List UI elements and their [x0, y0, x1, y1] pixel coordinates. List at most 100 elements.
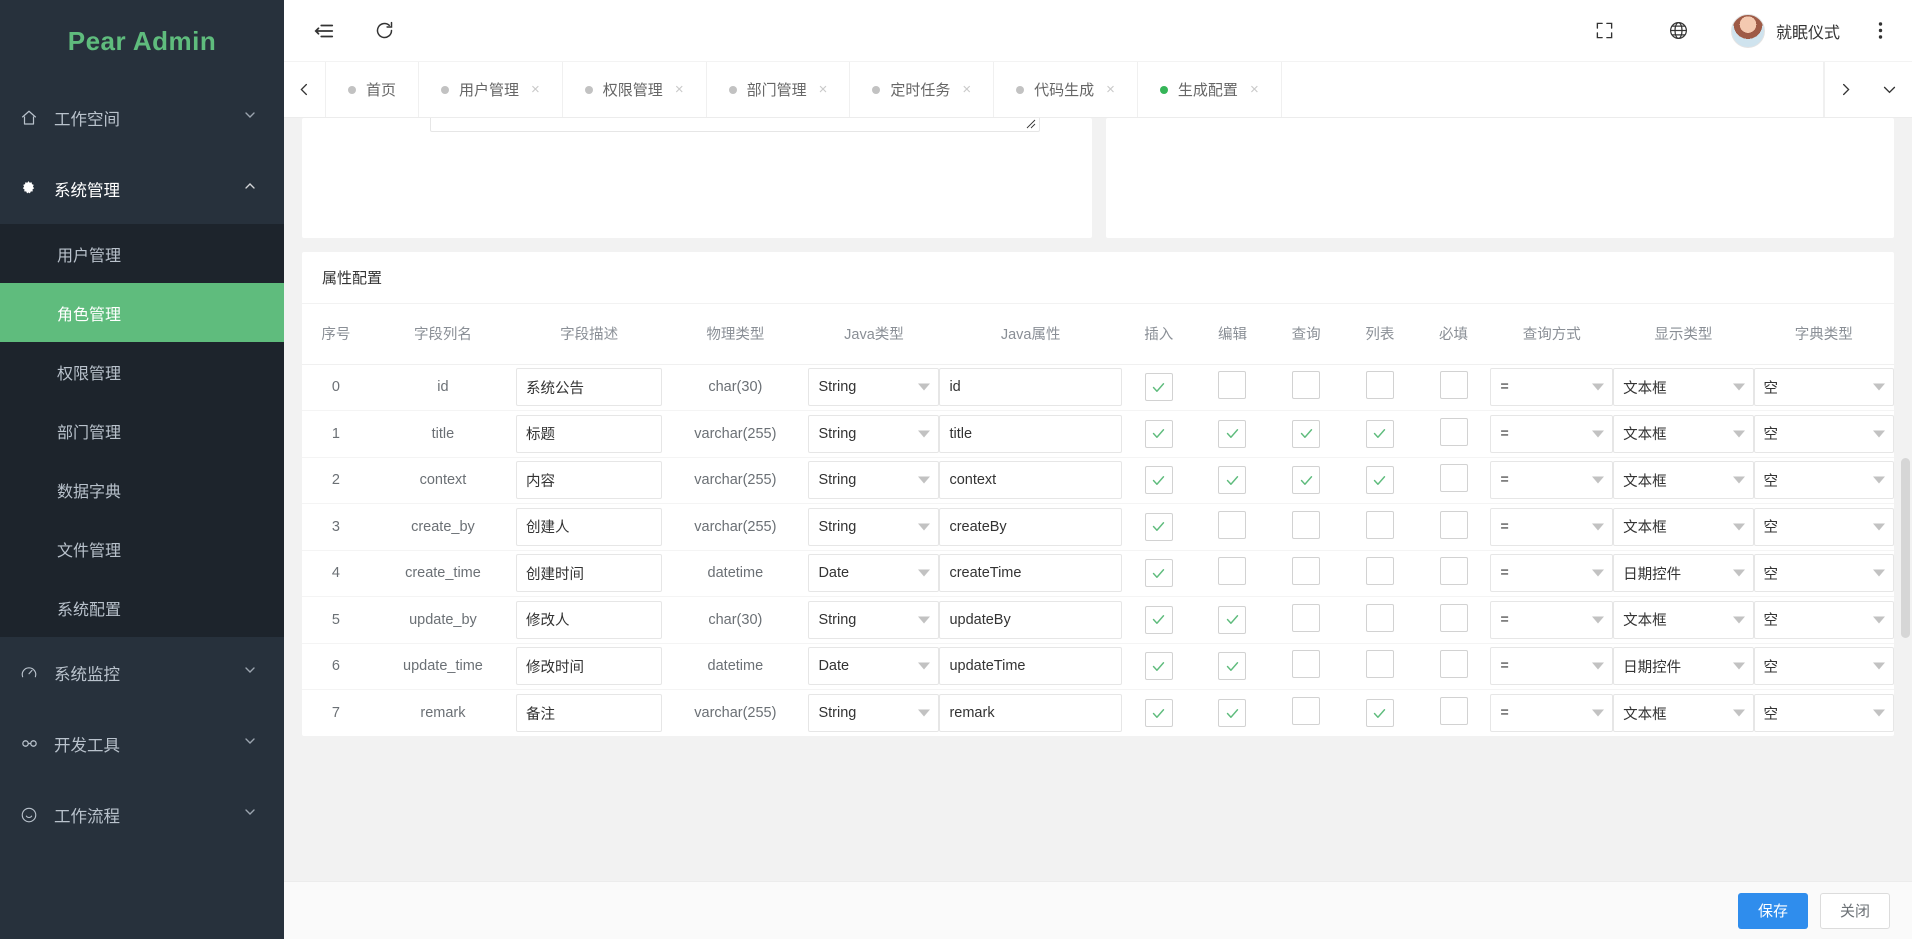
- select-dict-type[interactable]: 空: [1753, 600, 1894, 639]
- field-desc-input[interactable]: [516, 600, 663, 639]
- checkbox-query[interactable]: [1292, 510, 1321, 539]
- brand-logo[interactable]: Pear Admin: [0, 0, 284, 82]
- select-java-type[interactable]: String: [808, 368, 940, 407]
- sidebar-group-1[interactable]: 系统管理: [0, 153, 284, 224]
- java-prop-input[interactable]: [939, 554, 1122, 593]
- tab-1[interactable]: 用户管理 ×: [419, 62, 563, 117]
- checkbox-list[interactable]: [1365, 650, 1394, 679]
- checkbox-list[interactable]: [1365, 466, 1394, 495]
- checkbox-required[interactable]: [1439, 510, 1468, 539]
- select-query-mode[interactable]: =: [1490, 368, 1614, 407]
- checkbox-required[interactable]: [1439, 650, 1468, 679]
- select-java-type[interactable]: String: [808, 507, 940, 546]
- checkbox-query[interactable]: [1292, 697, 1321, 725]
- checkbox-required[interactable]: [1439, 697, 1468, 725]
- select-dict-type[interactable]: 空: [1753, 554, 1894, 593]
- select-show-type[interactable]: 文本框: [1613, 694, 1754, 732]
- java-prop-input[interactable]: [939, 507, 1122, 546]
- select-dict-type[interactable]: 空: [1753, 694, 1894, 732]
- select-dict-type[interactable]: 空: [1753, 461, 1894, 500]
- java-prop-input[interactable]: [939, 694, 1122, 732]
- field-desc-input[interactable]: [516, 414, 663, 453]
- user-menu[interactable]: 就眠仪式: [1730, 13, 1840, 48]
- checkbox-insert[interactable]: [1144, 699, 1173, 727]
- sidebar-item-1-1[interactable]: 角色管理: [0, 283, 284, 342]
- select-query-mode[interactable]: =: [1490, 694, 1614, 732]
- chevron-right-icon[interactable]: [1824, 62, 1866, 117]
- checkbox-insert[interactable]: [1144, 652, 1173, 681]
- select-dict-type[interactable]: 空: [1753, 368, 1894, 407]
- select-show-type[interactable]: 日期控件: [1613, 647, 1754, 686]
- sidebar-item-1-4[interactable]: 数据字典: [0, 460, 284, 519]
- checkbox-edit[interactable]: [1218, 419, 1247, 448]
- tab-5[interactable]: 代码生成 ×: [994, 62, 1138, 117]
- checkbox-query[interactable]: [1292, 371, 1321, 400]
- checkbox-edit[interactable]: [1218, 605, 1247, 634]
- checkbox-required[interactable]: [1439, 464, 1468, 493]
- checkbox-edit[interactable]: [1218, 510, 1247, 539]
- tab-2[interactable]: 权限管理 ×: [562, 62, 707, 117]
- content-scroll-area[interactable]: 属性配置 序号 字段列名 字段描述 物理类型 Java类型 Java属性 插入 编辑 查询 列表必…: [284, 118, 1912, 939]
- select-query-mode[interactable]: =: [1490, 647, 1614, 686]
- java-prop-input[interactable]: [939, 647, 1122, 686]
- tab-close-icon[interactable]: ×: [819, 81, 828, 98]
- select-java-type[interactable]: String: [808, 461, 940, 500]
- sidebar-item-1-2[interactable]: 权限管理: [0, 342, 284, 401]
- checkbox-required[interactable]: [1439, 603, 1468, 632]
- checkbox-insert[interactable]: [1144, 559, 1173, 588]
- checkbox-insert[interactable]: [1144, 373, 1173, 402]
- checkbox-required[interactable]: [1439, 557, 1468, 586]
- checkbox-query[interactable]: [1292, 419, 1321, 448]
- chevron-left-icon[interactable]: [284, 62, 326, 117]
- checkbox-list[interactable]: [1365, 603, 1394, 632]
- sidebar-item-1-3[interactable]: 部门管理: [0, 401, 284, 460]
- tab-4[interactable]: 定时任务 ×: [850, 62, 995, 117]
- refresh-icon[interactable]: [362, 9, 406, 53]
- java-prop-input[interactable]: [939, 414, 1122, 453]
- sidebar-item-1-0[interactable]: 用户管理: [0, 224, 284, 283]
- checkbox-edit[interactable]: [1218, 466, 1247, 495]
- select-java-type[interactable]: String: [808, 694, 940, 732]
- fullscreen-icon[interactable]: [1583, 9, 1627, 53]
- close-button[interactable]: 关闭: [1819, 892, 1890, 929]
- tab-6[interactable]: 生成配置 ×: [1137, 62, 1282, 117]
- checkbox-edit[interactable]: [1218, 557, 1247, 586]
- checkbox-required[interactable]: [1439, 417, 1468, 446]
- checkbox-insert[interactable]: [1144, 605, 1173, 634]
- checkbox-insert[interactable]: [1144, 512, 1173, 541]
- checkbox-edit[interactable]: [1218, 371, 1247, 400]
- vertical-scrollbar[interactable]: [1901, 458, 1910, 638]
- tab-0[interactable]: 首页: [326, 62, 420, 117]
- tab-close-icon[interactable]: ×: [962, 81, 971, 98]
- select-java-type[interactable]: Date: [808, 554, 940, 593]
- checkbox-edit[interactable]: [1218, 652, 1247, 681]
- select-query-mode[interactable]: =: [1490, 461, 1614, 500]
- sidebar-group-2[interactable]: 系统监控: [0, 637, 284, 708]
- remark-textarea[interactable]: [430, 118, 1040, 132]
- checkbox-list[interactable]: [1365, 510, 1394, 539]
- field-desc-input[interactable]: [516, 694, 663, 732]
- more-vertical-icon[interactable]: [1870, 9, 1890, 53]
- select-query-mode[interactable]: =: [1490, 554, 1614, 593]
- save-button[interactable]: 保存: [1737, 892, 1808, 929]
- checkbox-required[interactable]: [1439, 371, 1468, 400]
- checkbox-list[interactable]: [1365, 419, 1394, 448]
- checkbox-insert[interactable]: [1144, 466, 1173, 495]
- sidebar-group-4[interactable]: 工作流程: [0, 779, 284, 850]
- tab-close-icon[interactable]: ×: [1250, 81, 1259, 98]
- java-prop-input[interactable]: [939, 368, 1122, 407]
- tab-close-icon[interactable]: ×: [531, 81, 540, 98]
- field-desc-input[interactable]: [516, 647, 663, 686]
- select-show-type[interactable]: 文本框: [1613, 368, 1754, 407]
- tab-close-icon[interactable]: ×: [1106, 81, 1115, 98]
- select-java-type[interactable]: String: [808, 414, 940, 453]
- field-desc-input[interactable]: [516, 507, 663, 546]
- checkbox-query[interactable]: [1292, 466, 1321, 495]
- select-java-type[interactable]: Date: [808, 647, 940, 686]
- select-java-type[interactable]: String: [808, 600, 940, 639]
- java-prop-input[interactable]: [939, 461, 1122, 500]
- checkbox-edit[interactable]: [1218, 699, 1247, 727]
- field-desc-input[interactable]: [516, 368, 663, 407]
- select-query-mode[interactable]: =: [1490, 507, 1614, 546]
- select-dict-type[interactable]: 空: [1753, 647, 1894, 686]
